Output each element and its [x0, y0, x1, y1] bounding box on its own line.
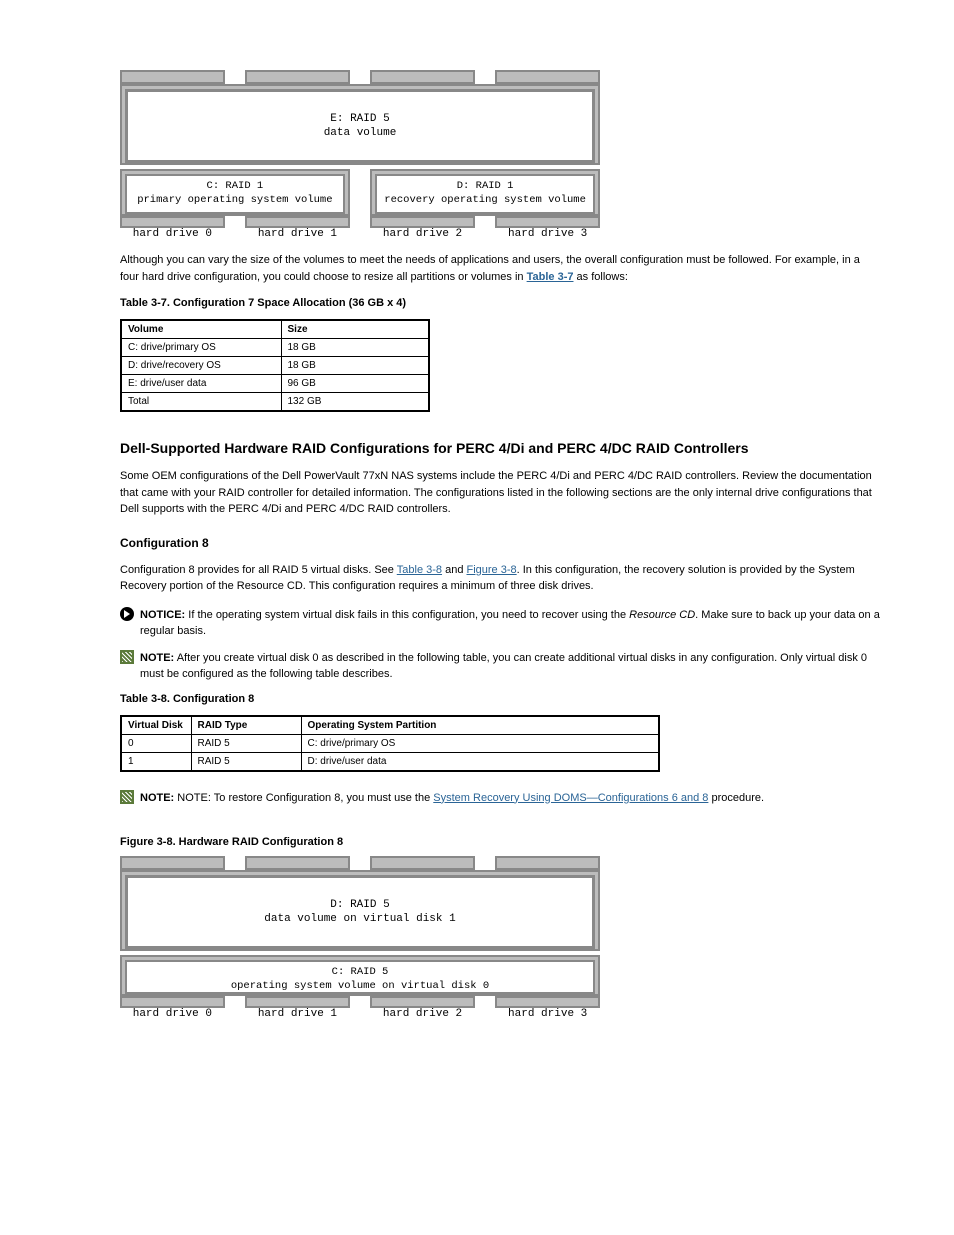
- fig8-hd1-label: hard drive 1: [245, 1008, 350, 1020]
- note2-a: NOTE: To restore Configuration 8, you mu…: [177, 792, 433, 804]
- table-3-7-caption: Table 3-7. Configuration 7 Space Allocat…: [120, 297, 880, 309]
- note-icon-2: [120, 790, 134, 804]
- t2r1c1: 18 GB: [281, 357, 429, 375]
- figure-7: E: RAID 5data volume C: RAID 1primary op…: [120, 70, 880, 240]
- heading-config8: Configuration 8: [120, 536, 880, 550]
- fig7-hd0-label: hard drive 0: [120, 228, 225, 240]
- note2-callout: NOTE: NOTE: To restore Configuration 8, …: [120, 790, 880, 807]
- fig7-hd3-label: hard drive 3: [495, 228, 600, 240]
- note2-b: procedure.: [708, 792, 764, 804]
- link-table-3-8[interactable]: Table 3-8: [397, 564, 442, 576]
- fig8-hd3-label: hard drive 3: [495, 1008, 600, 1020]
- fig8-hd0-label: hard drive 0: [120, 1008, 225, 1020]
- fig8-hd2-label: hard drive 2: [370, 1008, 475, 1020]
- t3r1c2: D: drive/user data: [301, 752, 659, 771]
- t2r0c0: C: drive/primary OS: [121, 339, 281, 357]
- figure-3-8-caption: Figure 3-8. Hardware RAID Configuration …: [120, 836, 880, 848]
- fig7-c-volume: C: RAID 1primary operating system volume: [125, 174, 345, 214]
- t3r1c1: RAID 5: [191, 752, 301, 771]
- fig7-e-volume: E: RAID 5data volume: [125, 89, 595, 163]
- t3-h1: RAID Type: [191, 716, 301, 735]
- t3r0c0: 0: [121, 734, 191, 752]
- link-table-3-7[interactable]: Table 3-7: [527, 271, 574, 283]
- paragraph-perc-intro: Some OEM configurations of the Dell Powe…: [120, 468, 880, 518]
- t3r0c2: C: drive/primary OS: [301, 734, 659, 752]
- t2r2c0: E: drive/user data: [121, 375, 281, 393]
- t2-h0: Volume: [121, 320, 281, 339]
- fig8-d-volume: D: RAID 5data volume on virtual disk 1: [125, 875, 595, 949]
- t2r0c1: 18 GB: [281, 339, 429, 357]
- fig7-hd2-label: hard drive 2: [370, 228, 475, 240]
- note-icon: [120, 650, 134, 664]
- note1-callout: NOTE: After you create virtual disk 0 as…: [120, 650, 880, 683]
- link-figure-3-8[interactable]: Figure 3-8: [467, 564, 517, 576]
- table-3-8: Virtual Disk RAID Type Operating System …: [120, 715, 660, 772]
- paragraph-resize: Although you can vary the size of the vo…: [120, 252, 880, 285]
- t2-h1: Size: [281, 320, 429, 339]
- t2r3c0: Total: [121, 393, 281, 412]
- fig7-d-volume: D: RAID 1recovery operating system volum…: [375, 174, 595, 214]
- figure-8: D: RAID 5data volume on virtual disk 1 C…: [120, 856, 880, 1020]
- t3r1c0: 1: [121, 752, 191, 771]
- fig8-c-volume: C: RAID 5operating system volume on virt…: [125, 960, 595, 994]
- link-system-recovery[interactable]: System Recovery Using DOMS—Configuration…: [433, 792, 708, 804]
- t3r0c1: RAID 5: [191, 734, 301, 752]
- notice-callout: NOTICE: NOTICE: If the operating system …: [120, 607, 880, 640]
- t2r2c1: 96 GB: [281, 375, 429, 393]
- table-3-8-caption: Table 3-8. Configuration 8: [120, 693, 880, 705]
- fig7-hd1-label: hard drive 1: [245, 228, 350, 240]
- table-3-7: Volume Size C: drive/primary OS18 GB D: …: [120, 319, 430, 412]
- heading-perc4: Dell-Supported Hardware RAID Configurati…: [120, 440, 880, 456]
- t3-h0: Virtual Disk: [121, 716, 191, 735]
- t3-h2: Operating System Partition: [301, 716, 659, 735]
- paragraph-config8: Configuration 8 provides for all RAID 5 …: [120, 562, 880, 595]
- notice-icon: [120, 607, 134, 621]
- t2r1c0: D: drive/recovery OS: [121, 357, 281, 375]
- t2r3c1: 132 GB: [281, 393, 429, 412]
